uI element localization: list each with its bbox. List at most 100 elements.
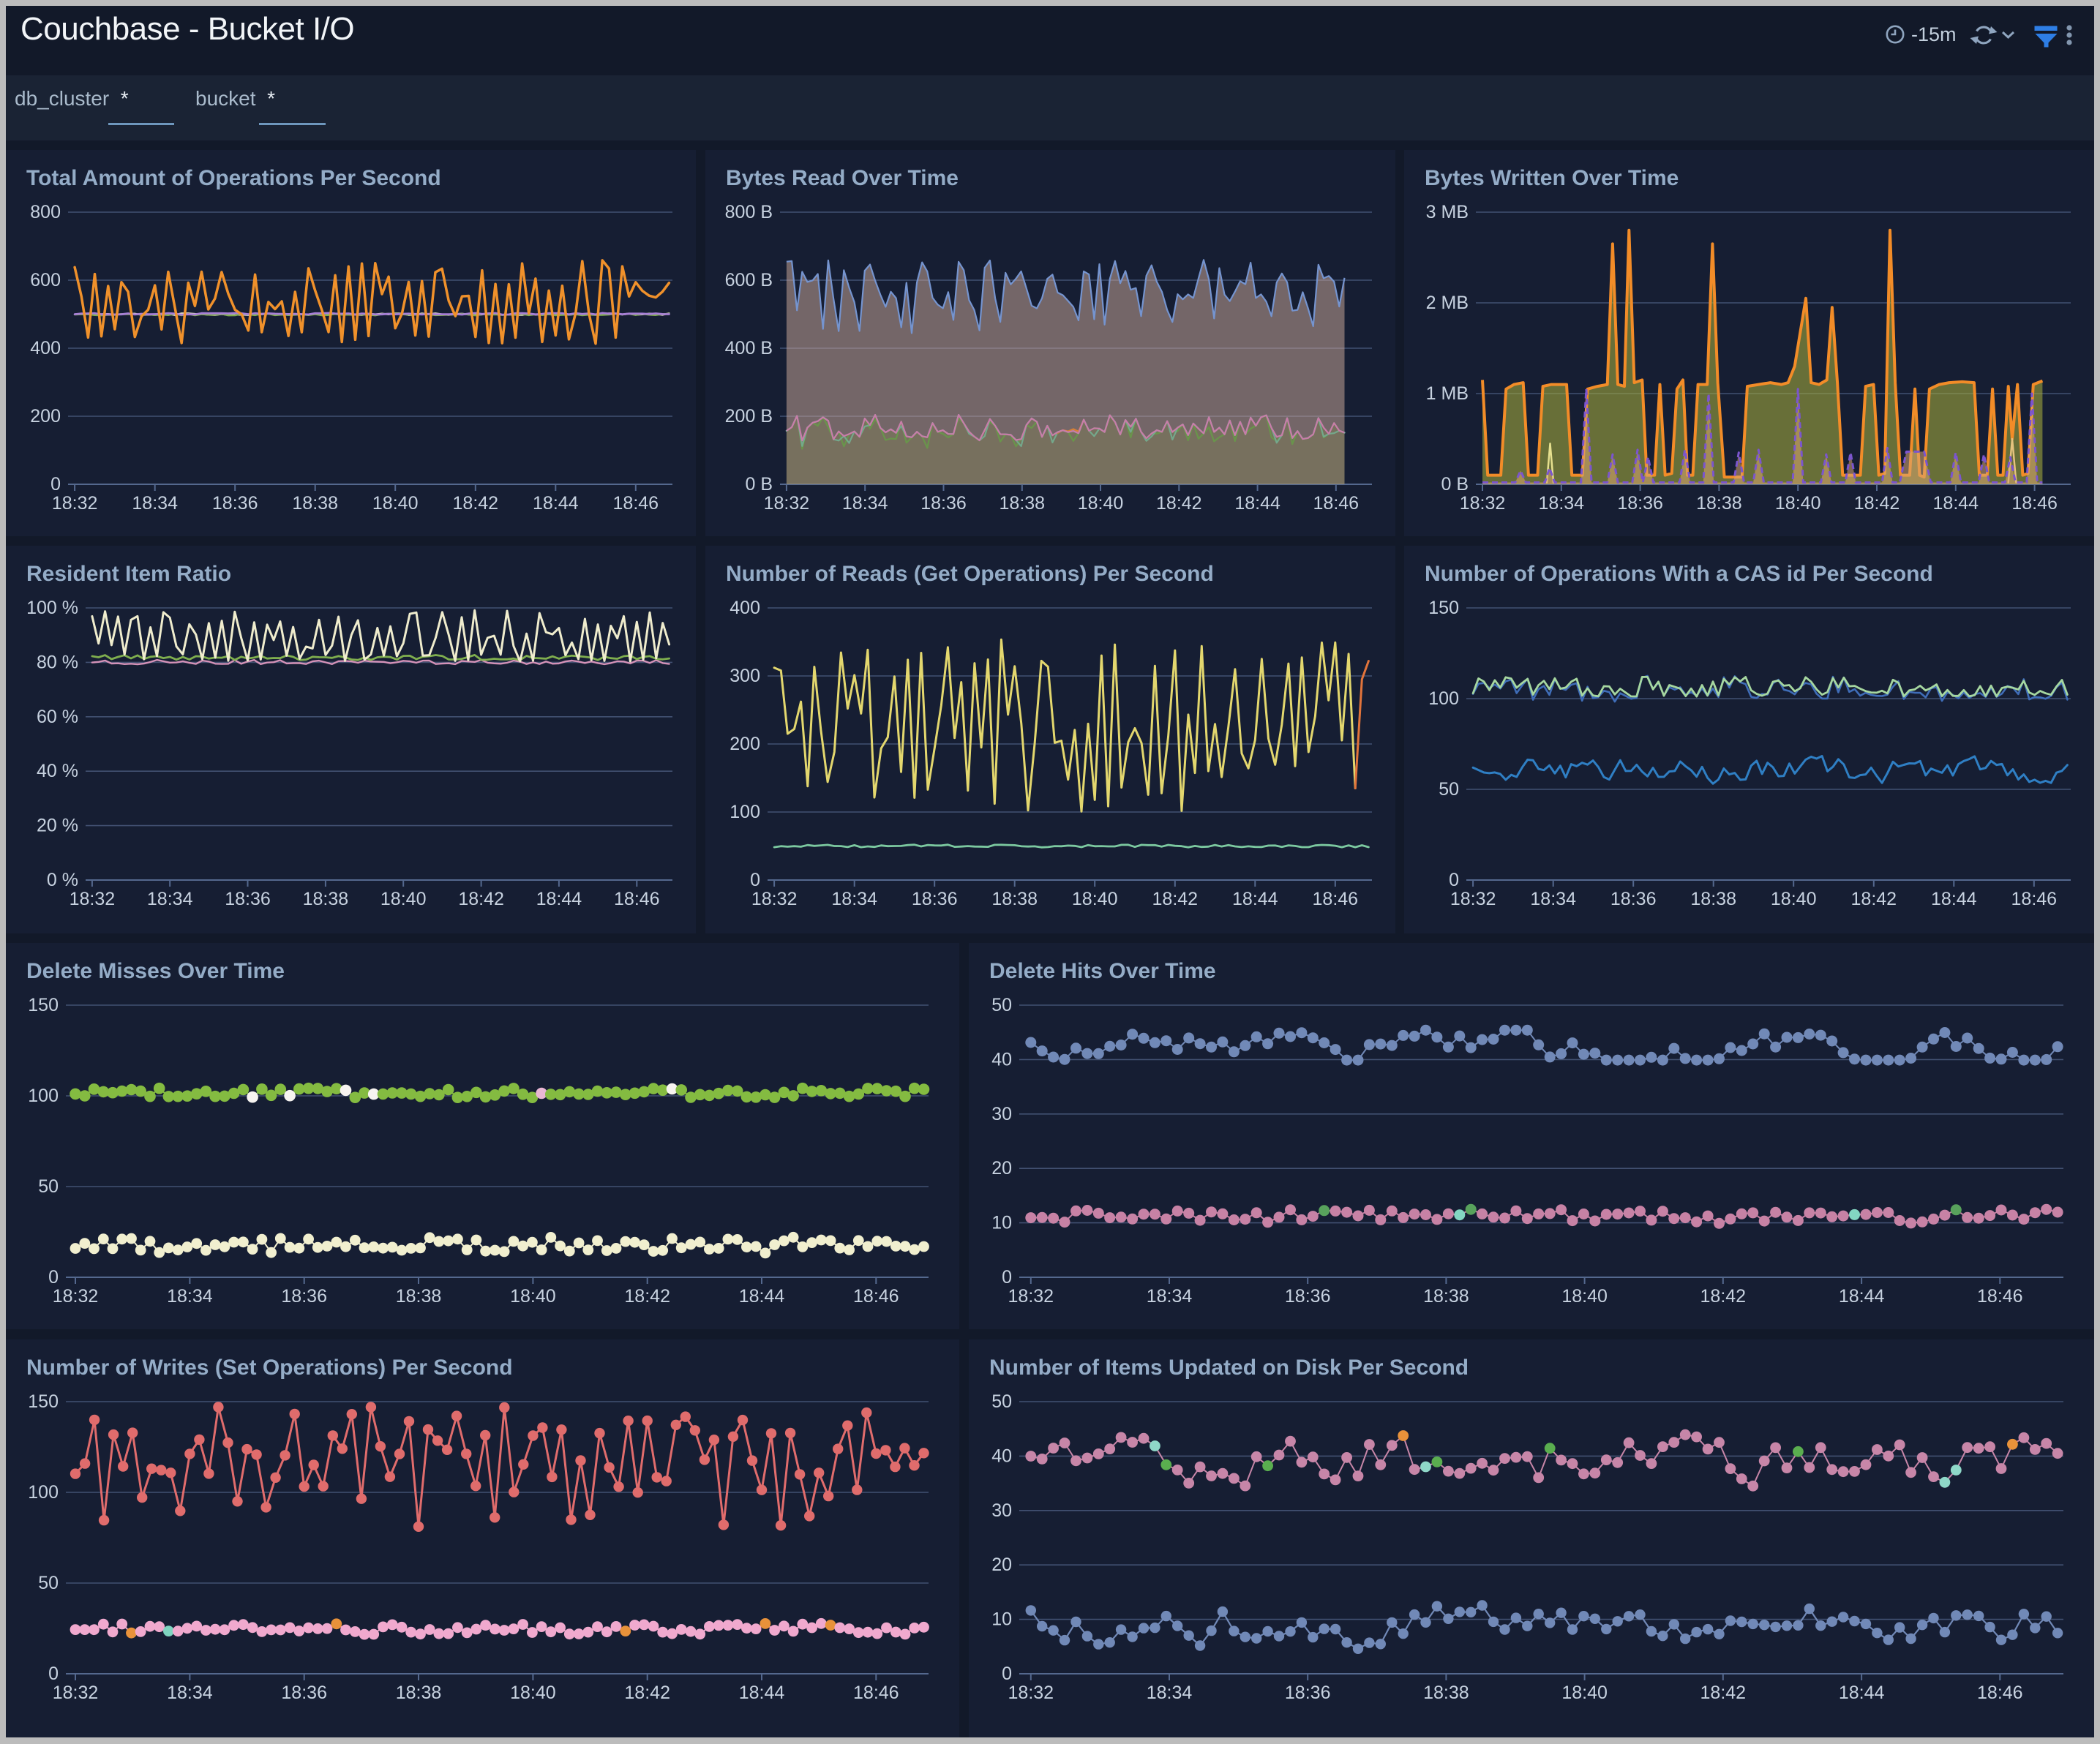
- svg-text:18:42: 18:42: [1152, 889, 1199, 909]
- svg-text:18:34: 18:34: [147, 889, 193, 909]
- svg-text:18:46: 18:46: [1313, 889, 1359, 909]
- svg-text:400: 400: [730, 598, 760, 618]
- svg-text:18:34: 18:34: [167, 1683, 213, 1703]
- svg-text:18:40: 18:40: [1561, 1683, 1608, 1703]
- svg-text:200: 200: [30, 406, 61, 426]
- svg-text:18:34: 18:34: [132, 493, 178, 514]
- svg-text:300: 300: [730, 666, 760, 686]
- svg-text:18:34: 18:34: [831, 889, 877, 909]
- svg-text:18:40: 18:40: [510, 1286, 556, 1307]
- svg-text:20: 20: [991, 1158, 1012, 1179]
- svg-text:18:38: 18:38: [1696, 493, 1742, 514]
- svg-text:18:34: 18:34: [842, 493, 888, 514]
- svg-text:10: 10: [991, 1213, 1012, 1233]
- svg-text:18:34: 18:34: [1147, 1286, 1193, 1307]
- svg-text:18:44: 18:44: [1234, 493, 1280, 514]
- svg-text:100: 100: [1428, 688, 1459, 709]
- svg-text:0: 0: [750, 870, 760, 890]
- svg-text:18:40: 18:40: [372, 493, 419, 514]
- svg-text:18:32: 18:32: [70, 889, 116, 909]
- svg-text:18:38: 18:38: [1000, 493, 1046, 514]
- svg-text:18:38: 18:38: [1423, 1286, 1469, 1307]
- svg-text:18:46: 18:46: [1977, 1286, 2023, 1307]
- svg-text:40: 40: [991, 1049, 1012, 1070]
- svg-text:0: 0: [1002, 1664, 1012, 1684]
- svg-text:18:40: 18:40: [510, 1683, 556, 1703]
- svg-text:18:46: 18:46: [853, 1286, 899, 1307]
- svg-text:18:44: 18:44: [536, 889, 582, 909]
- svg-text:18:36: 18:36: [1610, 889, 1657, 909]
- svg-text:18:42: 18:42: [1156, 493, 1202, 514]
- svg-text:30: 30: [991, 1104, 1012, 1124]
- svg-text:0 B: 0 B: [745, 474, 773, 495]
- svg-text:18:38: 18:38: [991, 889, 1038, 909]
- svg-text:18:44: 18:44: [739, 1683, 785, 1703]
- svg-text:600: 600: [30, 270, 61, 290]
- svg-text:18:34: 18:34: [1539, 493, 1585, 514]
- svg-text:18:36: 18:36: [1285, 1683, 1331, 1703]
- svg-text:18:46: 18:46: [1977, 1683, 2023, 1703]
- svg-text:18:42: 18:42: [458, 889, 504, 909]
- svg-text:100 %: 100 %: [26, 598, 78, 618]
- svg-text:-15m: -15m: [1911, 23, 1957, 45]
- svg-text:50: 50: [991, 995, 1012, 1015]
- svg-text:50: 50: [1439, 779, 1459, 800]
- svg-text:18:40: 18:40: [380, 889, 427, 909]
- svg-text:400: 400: [30, 338, 61, 358]
- svg-text:18:40: 18:40: [1561, 1286, 1608, 1307]
- svg-text:50: 50: [38, 1573, 59, 1593]
- svg-text:18:38: 18:38: [1690, 889, 1736, 909]
- svg-text:18:36: 18:36: [225, 889, 271, 909]
- svg-text:1 MB: 1 MB: [1426, 383, 1469, 404]
- svg-text:18:38: 18:38: [396, 1683, 442, 1703]
- svg-text:18:34: 18:34: [1147, 1683, 1193, 1703]
- svg-text:40 %: 40 %: [37, 761, 78, 781]
- svg-text:18:44: 18:44: [1232, 889, 1278, 909]
- svg-text:18:38: 18:38: [292, 493, 338, 514]
- svg-text:3 MB: 3 MB: [1426, 202, 1469, 222]
- svg-text:40: 40: [991, 1446, 1012, 1466]
- svg-text:50: 50: [38, 1176, 59, 1197]
- svg-text:18:46: 18:46: [613, 493, 659, 514]
- svg-text:18:34: 18:34: [1530, 889, 1576, 909]
- svg-text:0: 0: [1002, 1267, 1012, 1288]
- svg-text:200 B: 200 B: [725, 406, 773, 426]
- svg-text:18:42: 18:42: [1854, 493, 1900, 514]
- svg-text:0 %: 0 %: [47, 870, 78, 890]
- svg-text:100: 100: [730, 802, 760, 822]
- svg-text:18:42: 18:42: [1700, 1286, 1747, 1307]
- svg-text:50: 50: [991, 1391, 1012, 1412]
- svg-text:18:42: 18:42: [1700, 1683, 1747, 1703]
- svg-text:18:40: 18:40: [1771, 889, 1817, 909]
- svg-text:2 MB: 2 MB: [1426, 293, 1469, 313]
- svg-text:18:36: 18:36: [920, 493, 967, 514]
- svg-text:18:46: 18:46: [1313, 493, 1360, 514]
- svg-text:800 B: 800 B: [725, 202, 773, 222]
- svg-text:18:32: 18:32: [53, 1683, 99, 1703]
- svg-text:18:36: 18:36: [1285, 1286, 1331, 1307]
- svg-text:0: 0: [50, 474, 61, 495]
- svg-text:18:46: 18:46: [853, 1683, 899, 1703]
- svg-text:18:36: 18:36: [212, 493, 258, 514]
- svg-text:18:42: 18:42: [453, 493, 499, 514]
- svg-text:80 %: 80 %: [37, 652, 78, 672]
- svg-text:18:44: 18:44: [1839, 1286, 1885, 1307]
- svg-text:18:44: 18:44: [1839, 1683, 1885, 1703]
- svg-text:18:32: 18:32: [53, 1286, 99, 1307]
- svg-text:100: 100: [28, 1482, 59, 1503]
- svg-text:18:44: 18:44: [533, 493, 579, 514]
- svg-text:100: 100: [28, 1086, 59, 1106]
- svg-text:0 B: 0 B: [1441, 474, 1469, 495]
- svg-text:150: 150: [28, 1391, 59, 1412]
- svg-text:18:46: 18:46: [614, 889, 660, 909]
- svg-text:20 %: 20 %: [37, 816, 78, 836]
- svg-text:18:40: 18:40: [1775, 493, 1821, 514]
- svg-text:18:44: 18:44: [1933, 493, 1979, 514]
- svg-text:18:44: 18:44: [1931, 889, 1977, 909]
- svg-text:18:46: 18:46: [2011, 889, 2058, 909]
- svg-text:30: 30: [991, 1500, 1012, 1521]
- svg-text:18:36: 18:36: [281, 1286, 327, 1307]
- svg-text:18:32: 18:32: [1460, 493, 1506, 514]
- svg-text:18:32: 18:32: [751, 889, 798, 909]
- svg-text:18:36: 18:36: [281, 1683, 327, 1703]
